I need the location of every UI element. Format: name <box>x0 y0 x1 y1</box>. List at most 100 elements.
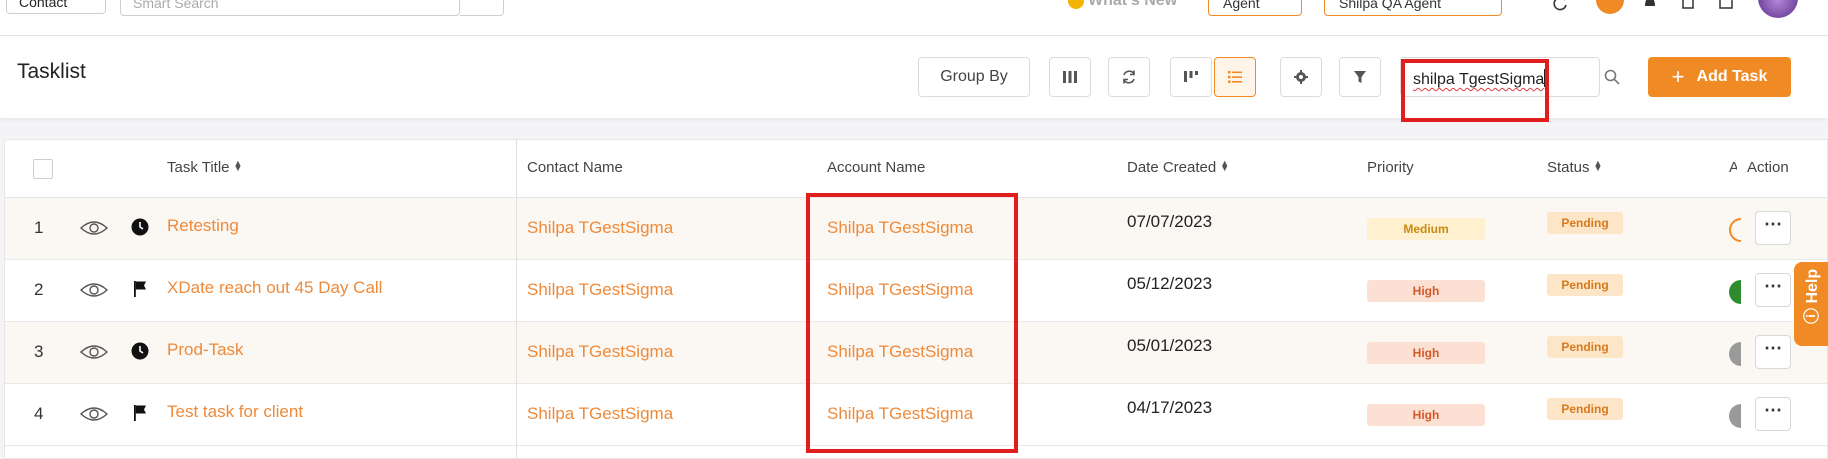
search-button[interactable] <box>1601 57 1623 97</box>
column-divider <box>516 140 517 458</box>
column-header-account-name: Account Name <box>827 159 926 176</box>
status-badge: Pending <box>1547 336 1623 358</box>
sort-icon: ▲ ▼ <box>1593 158 1603 173</box>
row-number: 3 <box>34 342 44 361</box>
table-header: Task Title ▲ ▼ Contact Name Account Name D… <box>5 140 1827 198</box>
whats-new-link[interactable]: What's New <box>1068 0 1177 10</box>
assignee-avatar <box>1729 218 1741 242</box>
column-header-date-created[interactable]: Date Created ▲ ▼ <box>1127 158 1230 177</box>
column-header-status[interactable]: Status ▲ ▼ <box>1547 158 1603 177</box>
list-icon <box>1228 71 1242 83</box>
priority-badge: High <box>1367 342 1485 364</box>
row-number: 1 <box>34 218 44 237</box>
list-view-button[interactable] <box>1214 57 1256 97</box>
contact-name-link[interactable]: Shilpa TGestSigma <box>527 280 673 300</box>
columns-icon <box>1063 71 1077 83</box>
help-tab[interactable]: ⓘ Help <box>1794 262 1828 346</box>
eye-icon[interactable] <box>79 342 109 362</box>
column-header-contact-name: Contact Name <box>527 159 623 176</box>
filter-icon <box>1354 71 1366 83</box>
module-select[interactable]: Contact <box>6 0 106 14</box>
task-title-link[interactable]: Test task for client <box>167 402 303 422</box>
task-table: Task Title ▲ ▼ Contact Name Account Name D… <box>4 139 1828 459</box>
add-task-button[interactable]: + Add Task <box>1648 57 1791 97</box>
smart-search-button[interactable] <box>460 0 504 16</box>
refresh-icon[interactable] <box>1552 0 1568 12</box>
row-actions-button[interactable]: ⋯ <box>1755 211 1791 245</box>
table-row: 2 XDate reach out 45 Day Call Shilpa TGe… <box>5 260 1827 322</box>
kanban-view-button[interactable] <box>1170 57 1212 97</box>
sort-icon: ▲ ▼ <box>1220 158 1230 173</box>
column-header-action: Action <box>1747 159 1789 176</box>
task-title-link[interactable]: XDate reach out 45 Day Call <box>167 278 382 298</box>
table-row: 4 Test task for client Shilpa TGestSigma… <box>5 384 1827 446</box>
refresh-icon <box>1123 70 1135 84</box>
help-label: ⓘ Help <box>1804 268 1821 324</box>
select-all-checkbox[interactable] <box>33 159 53 179</box>
account-name-link[interactable]: Shilpa TGestSigma <box>827 218 973 238</box>
row-actions-button[interactable]: ⋯ <box>1755 335 1791 369</box>
contact-name-link[interactable]: Shilpa TGestSigma <box>527 404 673 424</box>
eye-icon[interactable] <box>79 218 109 238</box>
contact-name-link[interactable]: Shilpa TGestSigma <box>527 218 673 238</box>
notification-badge[interactable] <box>1596 0 1624 14</box>
flag-icon <box>134 281 146 297</box>
row-number: 4 <box>34 404 44 423</box>
eye-icon[interactable] <box>79 404 109 424</box>
row-number: 2 <box>34 280 44 299</box>
eye-icon[interactable] <box>79 280 109 300</box>
gear-icon <box>1294 70 1308 84</box>
status-badge: Pending <box>1547 274 1623 296</box>
sort-icon: ▲ ▼ <box>233 158 243 173</box>
assignee-avatar <box>1729 342 1741 366</box>
table-row: 1 Retesting Shilpa TGestSigma Shilpa TGe… <box>5 198 1827 260</box>
smart-search-input[interactable]: Smart Search <box>120 0 460 16</box>
help-icon: ⓘ <box>1804 307 1821 324</box>
task-title-link[interactable]: Retesting <box>167 216 239 236</box>
row-actions-button[interactable]: ⋯ <box>1755 397 1791 431</box>
date-created: 05/01/2023 <box>1127 336 1213 355</box>
group-by-button[interactable]: Group By <box>918 57 1030 97</box>
search-icon <box>1604 69 1620 85</box>
refresh-button[interactable] <box>1108 57 1150 97</box>
user-avatar[interactable] <box>1758 0 1798 18</box>
status-badge: Pending <box>1547 212 1623 234</box>
account-name-link[interactable]: Shilpa TGestSigma <box>827 404 973 424</box>
row-actions-button[interactable]: ⋯ <box>1755 273 1791 307</box>
role-select[interactable]: Agent <box>1208 0 1302 16</box>
column-header-assigned: A <box>1729 159 1737 176</box>
task-search-input[interactable]: shilpa TgestSigma <box>1400 57 1600 97</box>
filter-button[interactable] <box>1339 57 1381 97</box>
account-name-link[interactable]: Shilpa TGestSigma <box>827 280 973 300</box>
flag-icon <box>134 405 146 421</box>
top-navbar: Contact Smart Search What's New Agent Sh… <box>0 0 1828 36</box>
clock-icon <box>131 218 149 236</box>
priority-badge: High <box>1367 280 1485 302</box>
contact-name-link[interactable]: Shilpa TGestSigma <box>527 342 673 362</box>
task-title-link[interactable]: Prod-Task <box>167 340 244 360</box>
column-header-task-title[interactable]: Task Title ▲ ▼ <box>167 158 243 177</box>
plus-icon: + <box>1671 64 1685 89</box>
user-select[interactable]: Shilpa QA Agent <box>1324 0 1502 16</box>
priority-badge: High <box>1367 404 1485 426</box>
columns-button[interactable] <box>1049 57 1091 97</box>
bell-icon[interactable] <box>1642 0 1658 12</box>
page-title: Tasklist <box>17 60 86 83</box>
page-header: Tasklist Group By shilpa TgestSigma + Ad… <box>0 36 1828 118</box>
date-created: 07/07/2023 <box>1127 212 1213 231</box>
assignee-avatar <box>1729 280 1741 304</box>
account-name-link[interactable]: Shilpa TGestSigma <box>827 342 973 362</box>
lightbulb-icon <box>1068 0 1084 9</box>
task-search-value: shilpa TgestSigma <box>1413 69 1546 88</box>
document-icon[interactable] <box>1680 0 1696 12</box>
date-created: 04/17/2023 <box>1127 398 1213 417</box>
clock-icon <box>131 342 149 360</box>
assignee-avatar <box>1729 404 1741 428</box>
settings-button[interactable] <box>1280 57 1322 97</box>
status-badge: Pending <box>1547 398 1623 420</box>
calendar-icon[interactable] <box>1718 0 1734 12</box>
table-row: 3 Prod-Task Shilpa TGestSigma Shilpa TGe… <box>5 322 1827 384</box>
kanban-icon <box>1184 71 1198 82</box>
priority-badge: Medium <box>1367 218 1485 240</box>
column-header-priority: Priority <box>1367 159 1414 176</box>
